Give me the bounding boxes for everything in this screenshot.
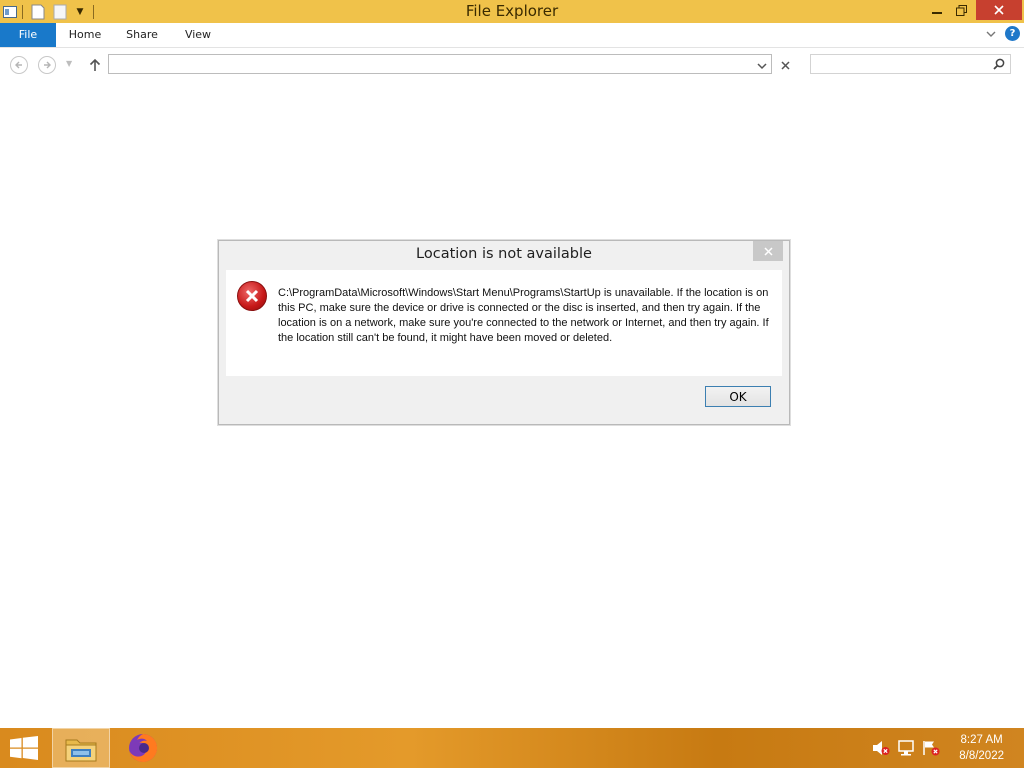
close-button[interactable] — [976, 0, 1022, 20]
close-icon — [994, 5, 1004, 15]
folder-icon — [65, 739, 97, 762]
start-button[interactable] — [10, 736, 38, 760]
dialog-close-button[interactable] — [753, 241, 783, 261]
system-clock[interactable]: 8:27 AM 8/8/2022 — [959, 732, 1004, 764]
error-message: C:\ProgramData\Microsoft\Windows\Start M… — [278, 287, 769, 344]
ok-button[interactable]: OK — [705, 386, 771, 407]
back-button[interactable] — [10, 56, 28, 74]
network-icon[interactable] — [898, 740, 916, 760]
back-arrow-icon — [15, 61, 22, 69]
restore-button[interactable] — [946, 0, 976, 20]
dialog-footer: OK — [219, 376, 789, 424]
dialog-body: C:\ProgramData\Microsoft\Windows\Start M… — [226, 270, 782, 376]
action-center-flag-icon[interactable] — [922, 740, 940, 760]
firefox-icon — [129, 733, 158, 762]
navigation-bar: ▼ — [0, 48, 1024, 82]
volume-muted-icon[interactable] — [872, 740, 890, 760]
error-icon — [237, 281, 267, 311]
up-arrow-icon[interactable] — [87, 56, 103, 74]
recent-locations-icon[interactable]: ▼ — [66, 59, 72, 68]
close-icon — [763, 246, 773, 256]
clear-address-icon[interactable] — [778, 58, 792, 72]
search-input[interactable] — [810, 54, 1011, 74]
restore-icon — [955, 4, 967, 16]
search-icon — [993, 58, 1005, 73]
window-title: File Explorer — [465, 2, 559, 20]
minimize-icon — [932, 12, 942, 14]
windows-logo-icon — [10, 736, 38, 760]
address-input[interactable] — [108, 54, 772, 74]
help-icon[interactable]: ? — [1005, 26, 1020, 41]
expand-ribbon-icon[interactable] — [984, 27, 998, 41]
clock-time: 8:27 AM — [960, 734, 1003, 746]
tab-file[interactable]: File — [0, 23, 56, 47]
tab-share[interactable]: Share — [118, 23, 166, 47]
forward-button[interactable] — [38, 56, 56, 74]
taskbar-file-explorer[interactable] — [52, 728, 110, 768]
tab-view[interactable]: View — [176, 23, 220, 47]
address-dropdown-icon[interactable] — [757, 59, 767, 73]
tab-home[interactable]: Home — [62, 23, 108, 47]
title-bar: ▼ File Explorer — [0, 0, 1024, 23]
forward-arrow-icon — [44, 61, 51, 69]
taskbar-firefox[interactable] — [114, 728, 172, 768]
clock-date: 8/8/2022 — [959, 750, 1004, 762]
dialog-title: Location is not available — [416, 246, 592, 262]
taskbar: 8:27 AM 8/8/2022 — [0, 728, 1024, 768]
error-dialog: Location is not available C:\ProgramData… — [218, 240, 790, 425]
ribbon: File Home Share View ? — [0, 23, 1024, 48]
